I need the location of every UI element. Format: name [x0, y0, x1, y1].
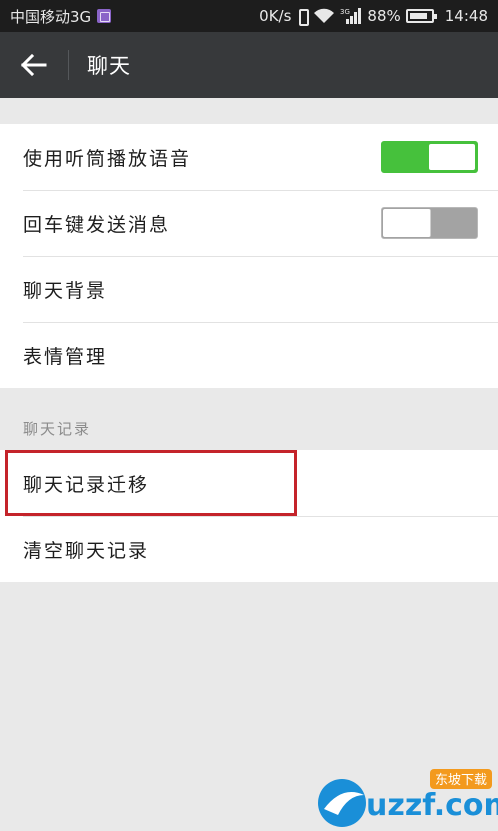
app-header: 聊天 [0, 32, 498, 98]
watermark-tag: 东坡下载 [435, 773, 487, 788]
toggle-knob [429, 144, 475, 170]
battery-icon [405, 9, 437, 23]
arrow-left-icon [21, 54, 47, 76]
net-speed: 0K/s [259, 7, 292, 25]
back-button[interactable] [0, 32, 68, 98]
setting-earpiece-playback[interactable]: 使用听筒播放语音 [0, 124, 498, 190]
earpiece-toggle[interactable] [381, 141, 478, 173]
carrier-label: 中国移动3G [10, 7, 92, 26]
status-bar: 中国移动3G 0K/s 3G 88% 14:48 [0, 0, 498, 32]
setting-enter-to-send[interactable]: 回车键发送消息 [0, 190, 498, 256]
highlight-annotation [5, 450, 297, 516]
toggle-knob [383, 209, 431, 237]
setting-label: 回车键发送消息 [23, 213, 171, 236]
setting-label: 聊天背景 [23, 279, 108, 302]
network-type: 3G [340, 8, 350, 16]
setting-label: 清空聊天记录 [23, 539, 150, 562]
app-notification-icon [97, 9, 112, 23]
setting-sticker-management[interactable]: 表情管理 [0, 322, 498, 388]
vibrate-icon [296, 8, 310, 26]
setting-label: 使用听筒播放语音 [23, 147, 192, 170]
wifi-icon [313, 8, 335, 24]
header-divider [68, 50, 69, 80]
settings-group-general: 使用听筒播放语音 回车键发送消息 聊天背景 表情管理 [0, 124, 498, 388]
section-header-chat-history: 聊天记录 [23, 420, 92, 438]
watermark-brand: uzzf.com [366, 788, 498, 823]
setting-chat-background[interactable]: 聊天背景 [0, 256, 498, 322]
battery-percent: 88% [367, 7, 401, 25]
signal-icon: 3G [340, 7, 362, 25]
page-title: 聊天 [87, 54, 131, 78]
clock: 14:48 [444, 7, 488, 25]
setting-clear-chat-history[interactable]: 清空聊天记录 [0, 516, 498, 582]
enter-send-toggle[interactable] [381, 207, 478, 239]
watermark-logo: uzzf.com 东坡下载 [312, 765, 498, 831]
setting-label: 表情管理 [23, 345, 108, 368]
